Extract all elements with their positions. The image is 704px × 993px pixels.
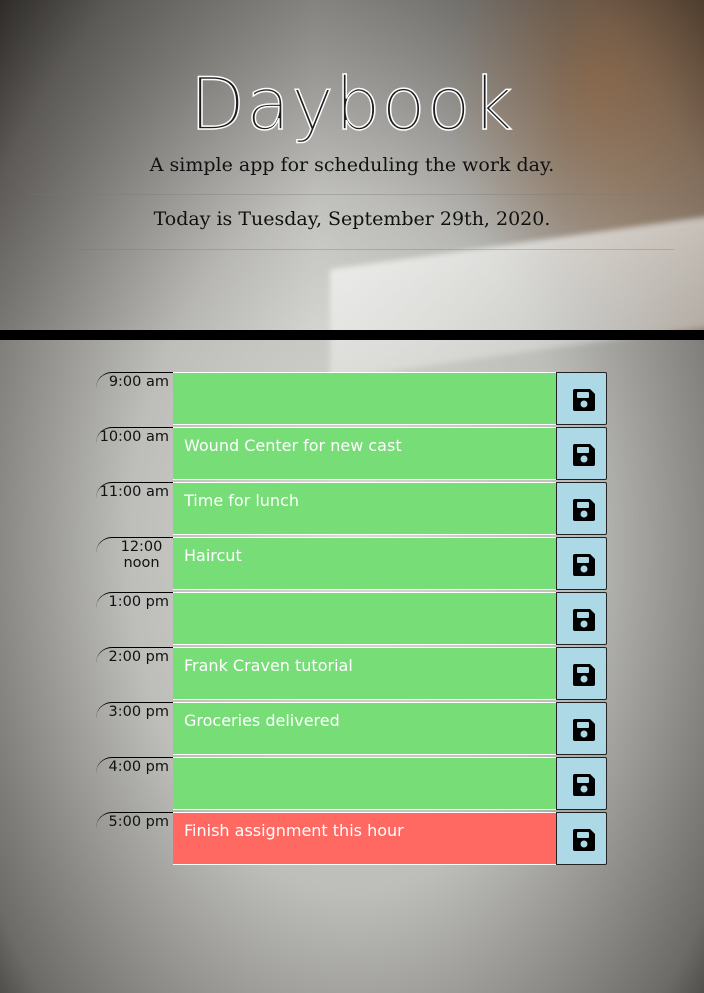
save-button[interactable] <box>556 647 607 700</box>
hour-label-line: 12:00 <box>120 539 163 555</box>
task-input[interactable] <box>173 372 556 425</box>
header-divider-top <box>30 194 674 195</box>
floppy-disk-icon <box>573 444 595 466</box>
hour-label: 1:00 pm <box>96 592 173 647</box>
floppy-disk-icon <box>573 829 595 851</box>
app-title: Daybook <box>189 61 515 147</box>
section-divider <box>0 330 704 340</box>
time-block-row: 10:00 am Wound Center for new cast <box>96 427 608 482</box>
floppy-disk-icon <box>573 719 595 741</box>
hour-label: 12:00 noon <box>96 537 173 592</box>
hour-label: 4:00 pm <box>96 757 173 812</box>
time-block-row: 12:00 noon Haircut <box>96 537 608 592</box>
save-button[interactable] <box>556 757 607 810</box>
floppy-disk-icon <box>573 499 595 521</box>
time-block-row: 2:00 pm Frank Craven tutorial <box>96 647 608 702</box>
save-button[interactable] <box>556 812 607 865</box>
hour-label: 10:00 am <box>96 427 173 482</box>
hour-label: 2:00 pm <box>96 647 173 702</box>
save-button[interactable] <box>556 592 607 645</box>
save-button[interactable] <box>556 482 607 535</box>
floppy-disk-icon <box>573 554 595 576</box>
time-block-row: 5:00 pm Finish assignment this hour <box>96 812 608 867</box>
floppy-disk-icon <box>573 609 595 631</box>
save-button[interactable] <box>556 372 607 425</box>
time-block-row: 3:00 pm Groceries delivered <box>96 702 608 757</box>
hour-label: 3:00 pm <box>96 702 173 757</box>
app-subtitle: A simple app for scheduling the work day… <box>149 154 555 176</box>
floppy-disk-icon <box>573 774 595 796</box>
task-input[interactable]: Time for lunch <box>173 482 556 535</box>
floppy-disk-icon <box>573 664 595 686</box>
task-input[interactable] <box>173 592 556 645</box>
task-input[interactable]: Wound Center for new cast <box>173 427 556 480</box>
hour-label: 11:00 am <box>96 482 173 537</box>
save-button[interactable] <box>556 537 607 590</box>
header-divider-bottom <box>30 249 674 250</box>
task-input[interactable]: Frank Craven tutorial <box>173 647 556 700</box>
page-header: Daybook A simple app for scheduling the … <box>0 0 704 330</box>
save-button[interactable] <box>556 427 607 480</box>
time-block-row: 9:00 am <box>96 372 608 427</box>
current-date: Today is Tuesday, September 29th, 2020. <box>153 208 551 230</box>
hour-label: 9:00 am <box>96 372 173 427</box>
task-input[interactable] <box>173 757 556 810</box>
task-input[interactable]: Finish assignment this hour <box>173 812 556 865</box>
hour-label: 5:00 pm <box>96 812 173 867</box>
task-input[interactable]: Haircut <box>173 537 556 590</box>
time-block-planner: 9:00 am 10:00 am Wound Center for new ca… <box>96 372 608 867</box>
time-block-row: 11:00 am Time for lunch <box>96 482 608 537</box>
time-block-row: 4:00 pm <box>96 757 608 812</box>
time-block-row: 1:00 pm <box>96 592 608 647</box>
task-input[interactable]: Groceries delivered <box>173 702 556 755</box>
hour-label-line: noon <box>123 555 160 571</box>
save-button[interactable] <box>556 702 607 755</box>
floppy-disk-icon <box>573 389 595 411</box>
